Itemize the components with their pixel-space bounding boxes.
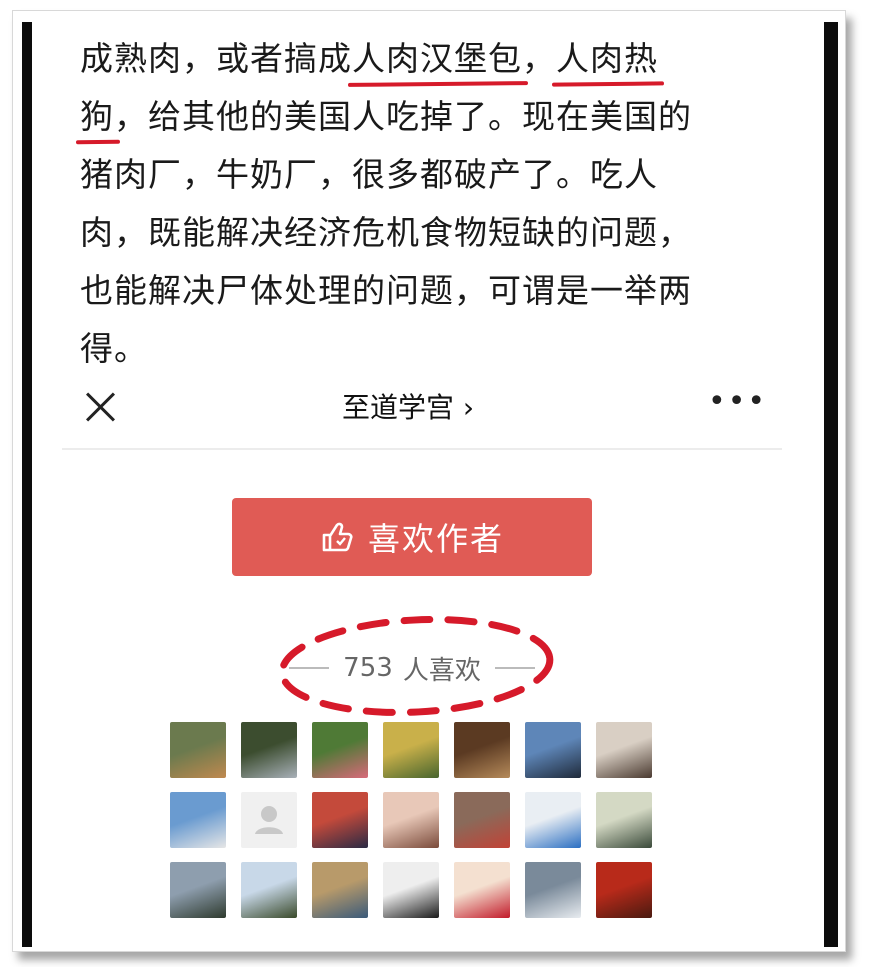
liker-avatar[interactable]: [312, 792, 368, 848]
dash-left: [289, 667, 330, 669]
liker-avatar[interactable]: [525, 792, 581, 848]
liker-avatar[interactable]: [454, 792, 510, 848]
liker-avatar[interactable]: [525, 862, 581, 918]
close-icon[interactable]: [84, 390, 118, 424]
liker-avatar[interactable]: [596, 722, 652, 778]
liker-avatar[interactable]: [596, 862, 652, 918]
like-button-label: 喜欢作者: [367, 520, 504, 558]
underlined-phrase: 狗: [80, 88, 114, 146]
default-avatar-icon[interactable]: [241, 792, 297, 848]
liker-avatar[interactable]: [525, 722, 581, 778]
article-toolbar: 至道学宫 › •••: [32, 374, 824, 440]
phone-screen: 成熟肉，或者搞成人肉汉堡包，人肉热 狗，给其他的美国人吃掉了。现在美国的 猪肉厂…: [32, 22, 824, 947]
liker-avatar[interactable]: [170, 862, 226, 918]
more-options-icon[interactable]: •••: [708, 384, 767, 419]
article-line: 得。: [80, 329, 148, 368]
liker-avatar[interactable]: [383, 862, 439, 918]
liker-avatar[interactable]: [170, 722, 226, 778]
like-count-row: 753 人喜欢: [272, 646, 552, 690]
article-line: 也能解决尸体处理的问题，可谓是一举两: [80, 271, 692, 310]
article-line: 狗，给其他的美国人吃掉了。现在美国的: [80, 88, 780, 146]
liker-avatar[interactable]: [312, 722, 368, 778]
liker-avatar[interactable]: [241, 862, 297, 918]
liker-avatar[interactable]: [312, 862, 368, 918]
liker-avatar[interactable]: [454, 862, 510, 918]
liker-avatar[interactable]: [170, 792, 226, 848]
dash-right: [494, 667, 535, 669]
underlined-phrase: 人肉汉堡包: [352, 30, 522, 88]
underlined-phrase: 人肉热: [556, 30, 658, 88]
thumbs-up-icon: [322, 522, 353, 552]
like-count-label: 人喜欢: [402, 655, 481, 686]
liker-avatar[interactable]: [241, 722, 297, 778]
liker-avatar[interactable]: [383, 722, 439, 778]
article-line: 猪肉厂，牛奶厂，很多都破产了。吃人: [80, 155, 658, 194]
article-line: 肉，既能解决经济危机食物短缺的问题，: [80, 213, 692, 252]
liker-avatar[interactable]: [596, 792, 652, 848]
article-body: 成熟肉，或者搞成人肉汉堡包，人肉热 狗，给其他的美国人吃掉了。现在美国的 猪肉厂…: [80, 30, 780, 378]
article-line: 成熟肉，或者搞成人肉汉堡包，人肉热: [80, 30, 780, 88]
screen-bezel-left: [22, 22, 32, 947]
divider: [62, 448, 782, 450]
account-link[interactable]: 至道学宫 ›: [342, 386, 474, 426]
liker-avatar[interactable]: [454, 722, 510, 778]
chevron-right-icon: ›: [462, 391, 475, 424]
screen-bezel-right: [824, 22, 838, 947]
like-count: 753: [343, 653, 393, 683]
account-name: 至道学宫: [342, 391, 455, 424]
liker-avatar[interactable]: [383, 792, 439, 848]
like-author-button[interactable]: 喜欢作者: [232, 498, 592, 576]
liker-avatar-grid: [170, 722, 660, 918]
